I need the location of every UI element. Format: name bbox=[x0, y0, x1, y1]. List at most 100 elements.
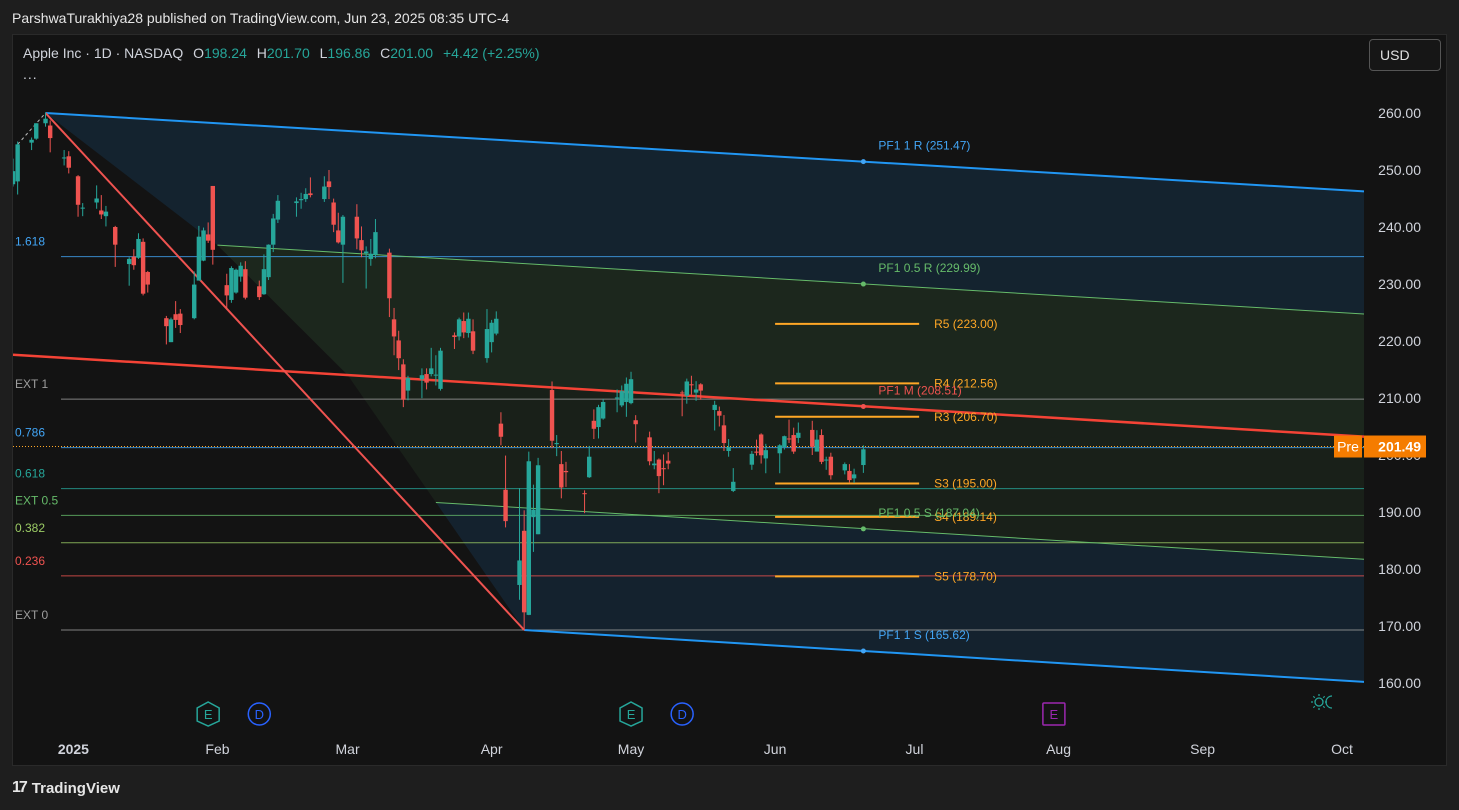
candle-body bbox=[563, 470, 569, 473]
open-value: 198.24 bbox=[204, 45, 247, 61]
channel-label-0: PF1 1 R (251.47) bbox=[878, 139, 970, 153]
candle-body bbox=[363, 251, 369, 254]
fib-label-0: 1.618 bbox=[15, 235, 45, 249]
channel-point-4 bbox=[860, 648, 866, 654]
theme-toggle-icon[interactable] bbox=[1311, 694, 1333, 710]
candle-body bbox=[628, 379, 634, 404]
candle-body bbox=[140, 241, 146, 294]
candle-body bbox=[452, 335, 457, 338]
candle-body bbox=[373, 232, 378, 255]
x-tick-label: Aug bbox=[1046, 741, 1071, 757]
event-marker-label: E bbox=[1050, 707, 1059, 722]
symbol-name: Apple Inc · 1D · NASDAQ bbox=[23, 45, 184, 61]
candle-body bbox=[391, 319, 397, 337]
candle-body bbox=[405, 378, 411, 391]
candle-body bbox=[693, 389, 699, 393]
candle-body bbox=[823, 459, 829, 461]
candle-body bbox=[419, 375, 425, 380]
candle-body bbox=[596, 407, 601, 428]
candle-body bbox=[298, 199, 304, 201]
channel-point-0 bbox=[860, 159, 866, 165]
candle-body bbox=[484, 329, 490, 359]
candle-body bbox=[168, 319, 174, 343]
candle-body bbox=[828, 456, 834, 476]
price-badge-value: 201.49 bbox=[1378, 439, 1421, 455]
candle-body bbox=[359, 240, 364, 251]
candle-body bbox=[614, 397, 620, 399]
candle-body bbox=[466, 318, 471, 334]
candle-body bbox=[535, 465, 541, 535]
high-label: H bbox=[256, 45, 267, 61]
candle-body bbox=[429, 368, 434, 375]
legend-more-button[interactable]: ... bbox=[23, 66, 38, 82]
candle-body bbox=[587, 456, 592, 478]
candle-body bbox=[749, 453, 755, 465]
x-tick-label: Jul bbox=[906, 741, 924, 757]
sun-ray bbox=[1322, 695, 1326, 699]
y-tick-label: 160.00 bbox=[1378, 675, 1421, 691]
candle-body bbox=[238, 265, 243, 277]
fib-label-6: 0.236 bbox=[15, 554, 45, 568]
plot-area bbox=[13, 112, 1364, 683]
y-tick-label: 250.00 bbox=[1378, 162, 1421, 178]
candle-body bbox=[619, 391, 624, 406]
candle-body bbox=[591, 420, 597, 429]
candle-body bbox=[489, 322, 494, 343]
candle-body bbox=[192, 284, 197, 319]
candle-body bbox=[126, 258, 132, 265]
y-tick-label: 180.00 bbox=[1378, 561, 1421, 577]
currency-button[interactable]: USD bbox=[1369, 39, 1441, 71]
tradingview-brand: 17 TradingView bbox=[12, 779, 120, 797]
candle-body bbox=[666, 460, 671, 464]
x-tick-label: Apr bbox=[481, 741, 503, 757]
candle-body bbox=[758, 434, 764, 456]
event-marker-label: E bbox=[627, 707, 636, 722]
fib-label-7: EXT 0 bbox=[15, 608, 48, 622]
candle-body bbox=[698, 384, 703, 391]
candle-body bbox=[582, 493, 587, 495]
candle-body bbox=[717, 411, 722, 416]
candle-body bbox=[842, 464, 847, 471]
event-marker-label: D bbox=[255, 707, 264, 722]
candle-body bbox=[257, 286, 262, 298]
candle-body bbox=[275, 200, 281, 220]
y-tick-label: 220.00 bbox=[1378, 333, 1421, 349]
candle-body bbox=[331, 202, 336, 225]
candle-body bbox=[559, 464, 564, 488]
candle-body bbox=[271, 218, 276, 245]
candle-body bbox=[178, 313, 183, 326]
candle-body bbox=[526, 461, 532, 615]
fib-label-2: 0.786 bbox=[15, 426, 45, 440]
candlestick-chart[interactable]: R5 (223.00)R4 (212.56)R3 (206.70)S3 (195… bbox=[0, 0, 1459, 810]
candle-body bbox=[433, 374, 439, 376]
candle-body bbox=[647, 437, 652, 462]
candle-body bbox=[424, 374, 429, 383]
channel-label-1: PF1 0.5 R (229.99) bbox=[878, 261, 980, 275]
candle-body bbox=[679, 392, 685, 394]
change-value: +4.42 (+2.25%) bbox=[442, 45, 540, 61]
candle-body bbox=[354, 216, 360, 239]
x-tick-label: Oct bbox=[1331, 741, 1353, 757]
candle-body bbox=[521, 530, 527, 613]
candle-body bbox=[205, 234, 211, 241]
candle-body bbox=[689, 384, 694, 386]
candle-body bbox=[763, 450, 768, 459]
tradingview-logo-icon: 17 bbox=[12, 779, 28, 796]
x-tick-label: Sep bbox=[1190, 741, 1215, 757]
channel-point-1 bbox=[860, 281, 866, 287]
channel-point-3 bbox=[860, 526, 866, 532]
candle-body bbox=[661, 468, 666, 470]
candle-body bbox=[782, 436, 787, 448]
candle-body bbox=[224, 285, 229, 296]
channel-label-4: PF1 1 S (165.62) bbox=[878, 628, 969, 642]
y-tick-label: 260.00 bbox=[1378, 105, 1421, 121]
candle-body bbox=[819, 435, 824, 462]
candle-body bbox=[322, 186, 327, 200]
candle-body bbox=[726, 447, 731, 452]
y-tick-label: 170.00 bbox=[1378, 618, 1421, 634]
candle-body bbox=[243, 269, 248, 298]
candle-body bbox=[396, 340, 401, 359]
candle-body bbox=[15, 144, 20, 182]
candle-body bbox=[656, 459, 662, 477]
fib-label-1: EXT 1 bbox=[15, 377, 48, 391]
